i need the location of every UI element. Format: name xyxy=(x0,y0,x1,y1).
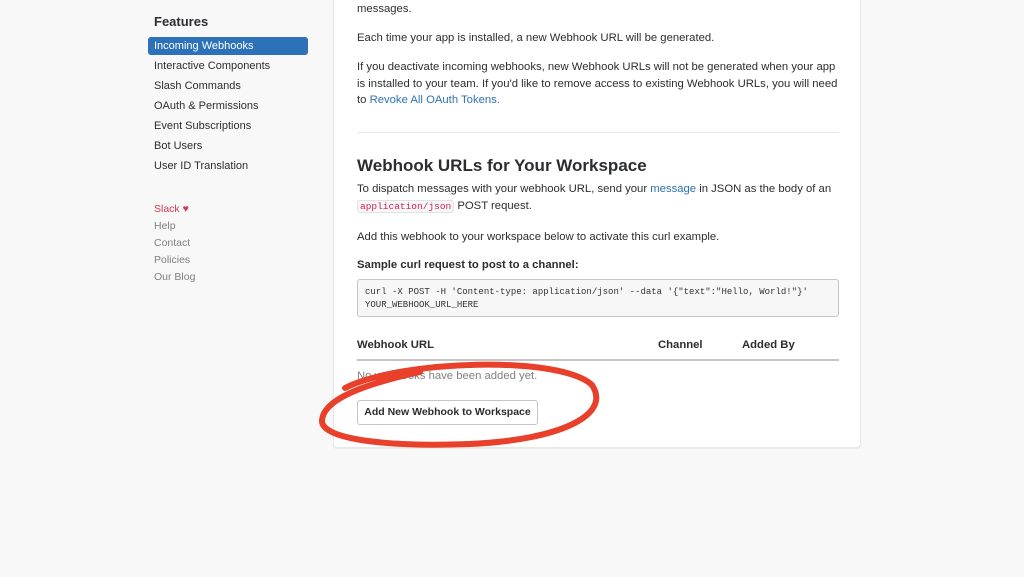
sample-label: Sample curl request to post to a channel… xyxy=(357,259,579,271)
heart-icon: ♥ xyxy=(182,203,189,215)
blog-link[interactable]: Our Blog xyxy=(154,269,308,286)
sidebar-item-bot-users[interactable]: Bot Users xyxy=(148,137,308,155)
paragraph: messages. xyxy=(357,3,412,15)
table-header-divider xyxy=(357,359,839,361)
curl-line: curl -X POST -H 'Content-type: applicati… xyxy=(365,287,808,297)
section-title: Webhook URLs for Your Workspace xyxy=(357,156,647,175)
revoke-tokens-link[interactable]: Revoke All OAuth Tokens. xyxy=(370,94,500,106)
divider xyxy=(357,132,839,133)
column-header-webhook-url: Webhook URL xyxy=(357,339,434,351)
paragraph-text: in JSON as the body of an xyxy=(696,183,832,195)
code-snippet: application/json xyxy=(357,199,455,213)
sidebar: Features Incoming Webhooks Interactive C… xyxy=(148,14,308,286)
paragraph: Each time your app is installed, a new W… xyxy=(357,32,715,44)
message-link[interactable]: message xyxy=(650,183,696,195)
add-new-webhook-button[interactable]: Add New Webhook to Workspace xyxy=(357,400,538,425)
deactivate-paragraph: If you deactivate incoming webhooks, new… xyxy=(357,59,839,109)
sidebar-item-incoming-webhooks[interactable]: Incoming Webhooks xyxy=(148,37,308,55)
sidebar-item-slash-commands[interactable]: Slash Commands xyxy=(148,77,308,95)
paragraph: Add this webhook to your workspace below… xyxy=(357,231,720,243)
policies-link[interactable]: Policies xyxy=(154,252,308,269)
paragraph-text: To dispatch messages with your webhook U… xyxy=(357,183,651,195)
slack-link[interactable]: Slack ♥ xyxy=(154,201,308,218)
webhook-table: Webhook URL Channel Added By xyxy=(357,339,839,369)
dispatch-paragraph: To dispatch messages with your webhook U… xyxy=(357,181,839,215)
sidebar-item-event-subscriptions[interactable]: Event Subscriptions xyxy=(148,117,308,135)
sidebar-item-user-id-translation[interactable]: User ID Translation xyxy=(148,157,308,175)
paragraph-text: POST request. xyxy=(454,199,532,212)
curl-line: YOUR_WEBHOOK_URL_HERE xyxy=(365,300,479,310)
sidebar-item-oauth-permissions[interactable]: OAuth & Permissions xyxy=(148,97,308,115)
features-heading: Features xyxy=(154,14,209,29)
curl-code-block: curl -X POST -H 'Content-type: applicati… xyxy=(357,279,839,317)
sidebar-item-interactive-components[interactable]: Interactive Components xyxy=(148,57,308,75)
contact-link[interactable]: Contact xyxy=(154,235,308,252)
slack-label: Slack xyxy=(154,203,180,215)
help-link[interactable]: Help xyxy=(154,218,308,235)
content-card: messages. Each time your app is installe… xyxy=(333,0,861,448)
column-header-channel: Channel xyxy=(658,339,703,351)
column-header-added-by: Added By xyxy=(742,339,795,351)
empty-table-message: No webhooks have been added yet. xyxy=(357,370,538,382)
